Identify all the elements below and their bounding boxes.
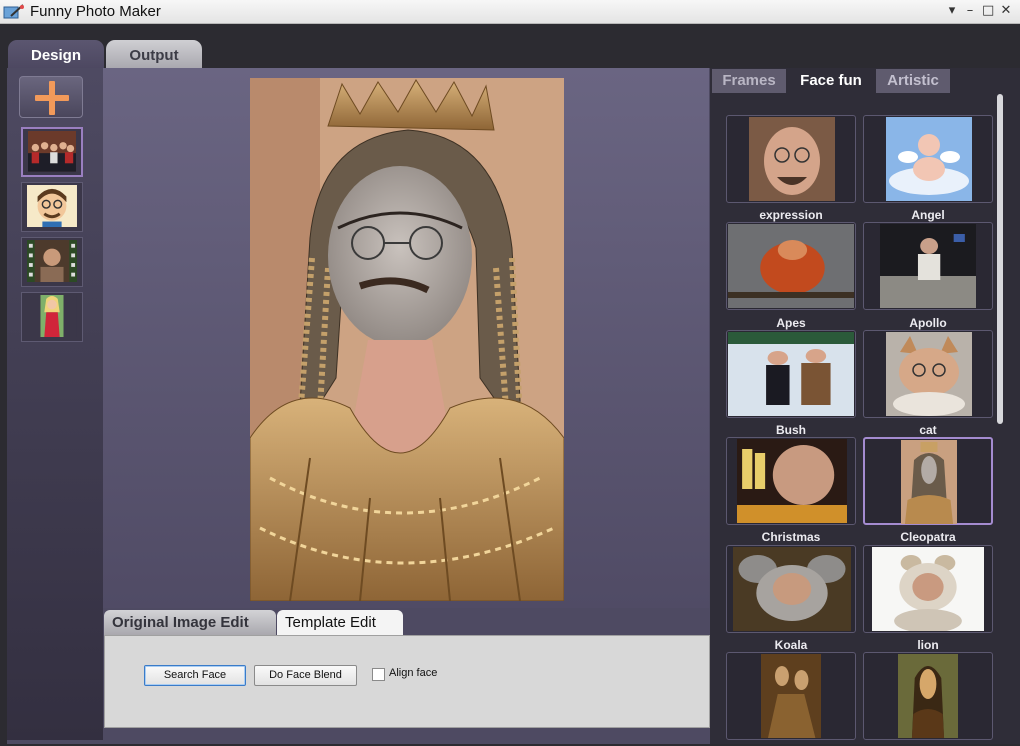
- template-label: Angel: [911, 208, 945, 222]
- tab-original-image-edit[interactable]: Original Image Edit: [104, 610, 276, 635]
- tab-face-fun[interactable]: Face fun: [788, 69, 874, 93]
- film-portrait-thumbnail: [27, 240, 77, 283]
- template-label: Cleopatra: [900, 530, 956, 544]
- template-tile-apes[interactable]: [726, 222, 856, 310]
- template-tile-bush[interactable]: [726, 330, 856, 418]
- christmas-thumbnail: [737, 439, 847, 523]
- template-label: Christmas: [761, 530, 821, 544]
- template-label: cat: [919, 423, 937, 437]
- search-face-button[interactable]: Search Face: [144, 665, 246, 686]
- apollo-thumbnail: [880, 224, 976, 308]
- lion-thumbnail: [872, 547, 984, 631]
- tab-design[interactable]: Design: [8, 40, 104, 70]
- image-thumbnail-cartoon[interactable]: [21, 182, 83, 232]
- align-face-label: Align face: [389, 667, 438, 679]
- tab-template-edit[interactable]: Template Edit: [277, 610, 403, 635]
- template-label: Bush: [776, 423, 806, 437]
- cleopatra-thumbnail: [901, 440, 957, 524]
- menu-icon[interactable]: ▾: [946, 2, 958, 20]
- template-tile-angel[interactable]: [863, 115, 993, 203]
- template-tile-christmas[interactable]: [726, 437, 856, 525]
- minimize-button[interactable]: –: [964, 2, 976, 20]
- template-label: Apollo: [909, 316, 947, 330]
- window-title: Funny Photo Maker: [30, 3, 161, 20]
- template-label: Koala: [774, 638, 808, 652]
- group-photo-thumbnail: [28, 131, 76, 172]
- angel-thumbnail: [886, 117, 972, 201]
- tab-frames[interactable]: Frames: [712, 69, 786, 93]
- title-bar: Funny Photo Maker ▾ – □ ✕: [0, 0, 1020, 24]
- template-label: Apes: [776, 316, 806, 330]
- cat-thumbnail: [886, 332, 972, 416]
- align-face-checkbox[interactable]: [372, 668, 385, 681]
- add-image-button[interactable]: [19, 76, 83, 118]
- medieval-painting-thumbnail: [761, 654, 821, 738]
- template-tile-expression[interactable]: [726, 115, 856, 203]
- app-icon: [3, 4, 24, 19]
- image-thumbnail-group[interactable]: [21, 127, 83, 177]
- apes-thumbnail: [728, 224, 854, 308]
- template-tile-medieval[interactable]: [726, 652, 856, 740]
- template-tile-cleopatra[interactable]: [863, 437, 993, 525]
- woman-red-dress-thumbnail: [27, 295, 77, 338]
- close-button[interactable]: ✕: [1000, 2, 1012, 20]
- template-tile-apollo[interactable]: [863, 222, 993, 310]
- template-label: lion: [917, 638, 939, 652]
- image-thumbnail-woman[interactable]: [21, 292, 83, 342]
- mona-lisa-thumbnail: [898, 654, 958, 738]
- cleopatra-face-photo: [250, 78, 564, 601]
- template-tile-lion[interactable]: [863, 545, 993, 633]
- template-tile-cat[interactable]: [863, 330, 993, 418]
- gallery-scrollbar[interactable]: [997, 94, 1003, 424]
- maximize-button[interactable]: □: [982, 2, 994, 20]
- koala-thumbnail: [733, 547, 851, 631]
- bush-thumbnail: [728, 332, 854, 416]
- image-thumbnail-film[interactable]: [21, 237, 83, 287]
- template-tile-mona-lisa[interactable]: [863, 652, 993, 740]
- tab-output[interactable]: Output: [106, 40, 202, 70]
- do-face-blend-button[interactable]: Do Face Blend: [254, 665, 357, 686]
- template-tile-koala[interactable]: [726, 545, 856, 633]
- expression-thumbnail: [749, 117, 835, 201]
- template-label: expression: [759, 208, 823, 222]
- edited-photo[interactable]: [250, 78, 564, 601]
- cartoon-face-thumbnail: [27, 185, 77, 228]
- tab-artistic[interactable]: Artistic: [876, 69, 950, 93]
